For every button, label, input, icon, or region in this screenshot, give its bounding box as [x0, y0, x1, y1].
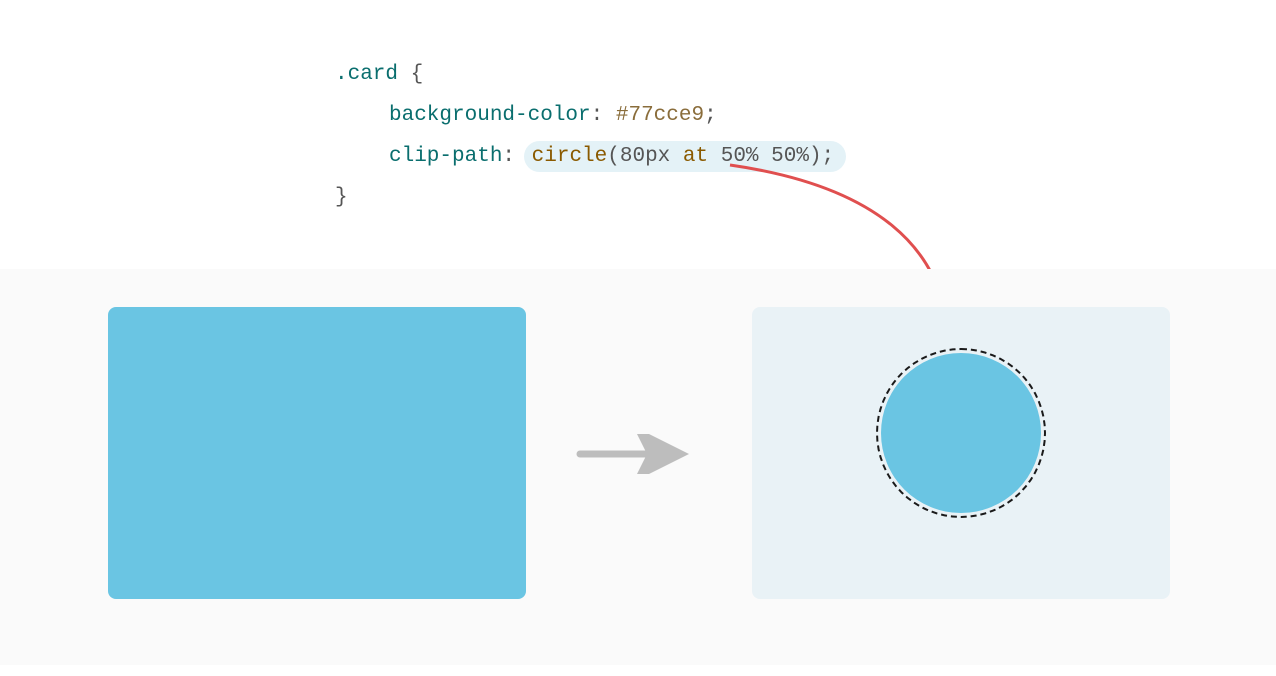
semicolon: ; [704, 104, 717, 127]
card-before [108, 307, 526, 599]
code-line-2: background-color: #77cce9; [335, 96, 1276, 137]
highlighted-value: circle(80px at 50% 50%); [524, 141, 847, 172]
code-line-3: clip-path: circle(80px at 50% 50%); [335, 137, 1276, 178]
property-clip: clip-path [389, 145, 502, 168]
func-name: circle [532, 145, 608, 168]
code-line-1: .card { [335, 55, 1276, 96]
at-keyword: at [683, 145, 708, 168]
value-hex: #77cce9 [616, 104, 704, 127]
colon: : [502, 145, 515, 168]
code-line-4: } [335, 178, 1276, 219]
paren-close: ) [809, 145, 822, 168]
selector: .card [335, 63, 398, 86]
func-arg-post: 50% 50% [708, 145, 809, 168]
brace-open: { [411, 63, 424, 86]
func-arg-pre: 80px [620, 145, 683, 168]
demo-section [0, 269, 1276, 665]
arrow-right-icon [575, 434, 695, 474]
paren-open: ( [607, 145, 620, 168]
semicolon: ; [822, 145, 835, 168]
colon: : [591, 104, 604, 127]
code-block: .card { background-color: #77cce9; clip-… [0, 0, 1276, 269]
dashed-circle-outline [876, 348, 1046, 518]
property-bg: background-color [389, 104, 591, 127]
brace-close: } [335, 186, 348, 209]
